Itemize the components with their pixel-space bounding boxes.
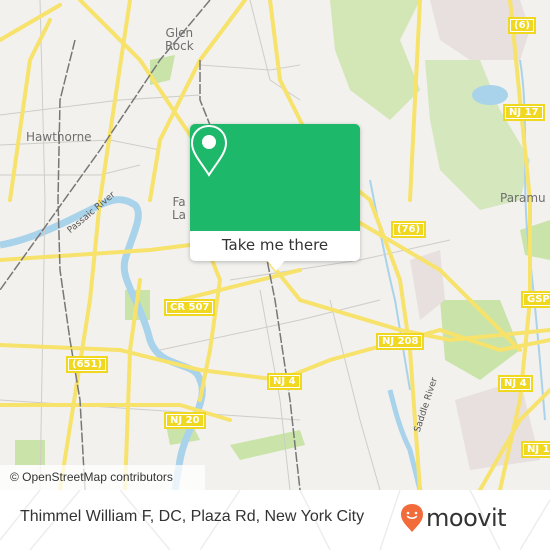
place-label-hawthorne: Hawthorne bbox=[26, 130, 92, 144]
take-me-there-button[interactable]: Take me there bbox=[190, 231, 360, 261]
osm-attribution[interactable]: © OpenStreetMap contributors bbox=[0, 465, 205, 490]
lake bbox=[472, 85, 508, 105]
route-shield-nj-17: NJ 17 bbox=[503, 104, 545, 121]
route-shield-6: (6) bbox=[508, 17, 537, 34]
address-text: Thimmel William F, DC, Plaza Rd, New Yor… bbox=[20, 508, 365, 525]
route-shield-nj-17-bottom: NJ 1 bbox=[521, 441, 550, 458]
route-shield-nj-4: NJ 4 bbox=[267, 373, 302, 390]
route-shield-cr-507: CR 507 bbox=[164, 299, 216, 316]
map-canvas[interactable]: Glen Rock Hawthorne Fa La Paramu (6) NJ 17… bbox=[0, 0, 550, 490]
moovit-wordmark: moovit bbox=[426, 504, 507, 532]
route-shield-651: (651) bbox=[66, 356, 109, 373]
place-label-fair-lawn: Fa La bbox=[172, 195, 187, 222]
route-shield-nj-20: NJ 20 bbox=[164, 412, 206, 429]
map-pin-icon bbox=[190, 124, 228, 177]
moovit-logo[interactable]: moovit bbox=[400, 500, 507, 536]
route-shield-76: (76) bbox=[391, 221, 427, 238]
place-label-glen-rock: Glen Rock bbox=[165, 26, 194, 53]
destination-popup[interactable]: Take me there bbox=[190, 124, 360, 271]
moovit-pin-icon bbox=[401, 504, 423, 532]
footer-bar: Thimmel William F, DC, Plaza Rd, New Yor… bbox=[0, 490, 550, 550]
popup-header bbox=[190, 124, 360, 231]
popup-pointer bbox=[266, 259, 286, 271]
route-shield-nj-208: NJ 208 bbox=[376, 333, 425, 350]
route-shield-gsp: GSP bbox=[521, 291, 550, 308]
route-shield-nj-4-east: NJ 4 bbox=[498, 375, 533, 392]
place-label-paramus: Paramu bbox=[500, 191, 546, 205]
